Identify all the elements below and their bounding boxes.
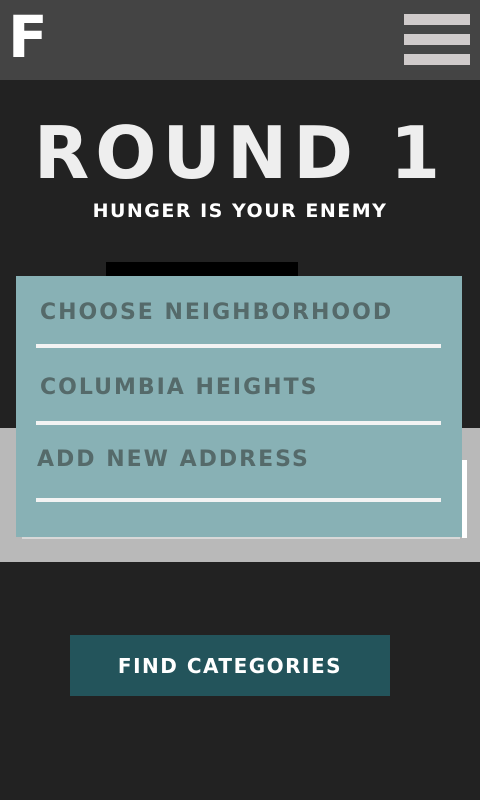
menu-bar [404, 34, 470, 45]
dropdown-option-columbia-heights[interactable]: COLUMBIA HEIGHTS [40, 373, 445, 403]
dropdown-option-choose-neighborhood[interactable]: CHOOSE NEIGHBORHOOD [40, 298, 445, 328]
menu-bar [404, 54, 470, 65]
menu-bar [404, 14, 470, 25]
hamburger-menu-icon[interactable] [404, 14, 470, 66]
app-header: F [0, 0, 480, 80]
panel-edge [462, 460, 467, 538]
neighborhood-dropdown: CHOOSE NEIGHBORHOOD COLUMBIA HEIGHTS ADD… [16, 276, 462, 537]
round-title: ROUND 1 [33, 111, 447, 195]
round-subtitle: HUNGER IS YOUR ENEMY [92, 200, 388, 222]
option-divider [36, 421, 441, 425]
app-logo[interactable]: F [8, 4, 48, 70]
find-categories-button[interactable]: FIND CATEGORIES [70, 635, 390, 696]
option-divider [36, 498, 441, 502]
dropdown-option-add-new-address[interactable]: ADD NEW ADDRESS [37, 445, 442, 475]
option-divider [36, 344, 441, 348]
